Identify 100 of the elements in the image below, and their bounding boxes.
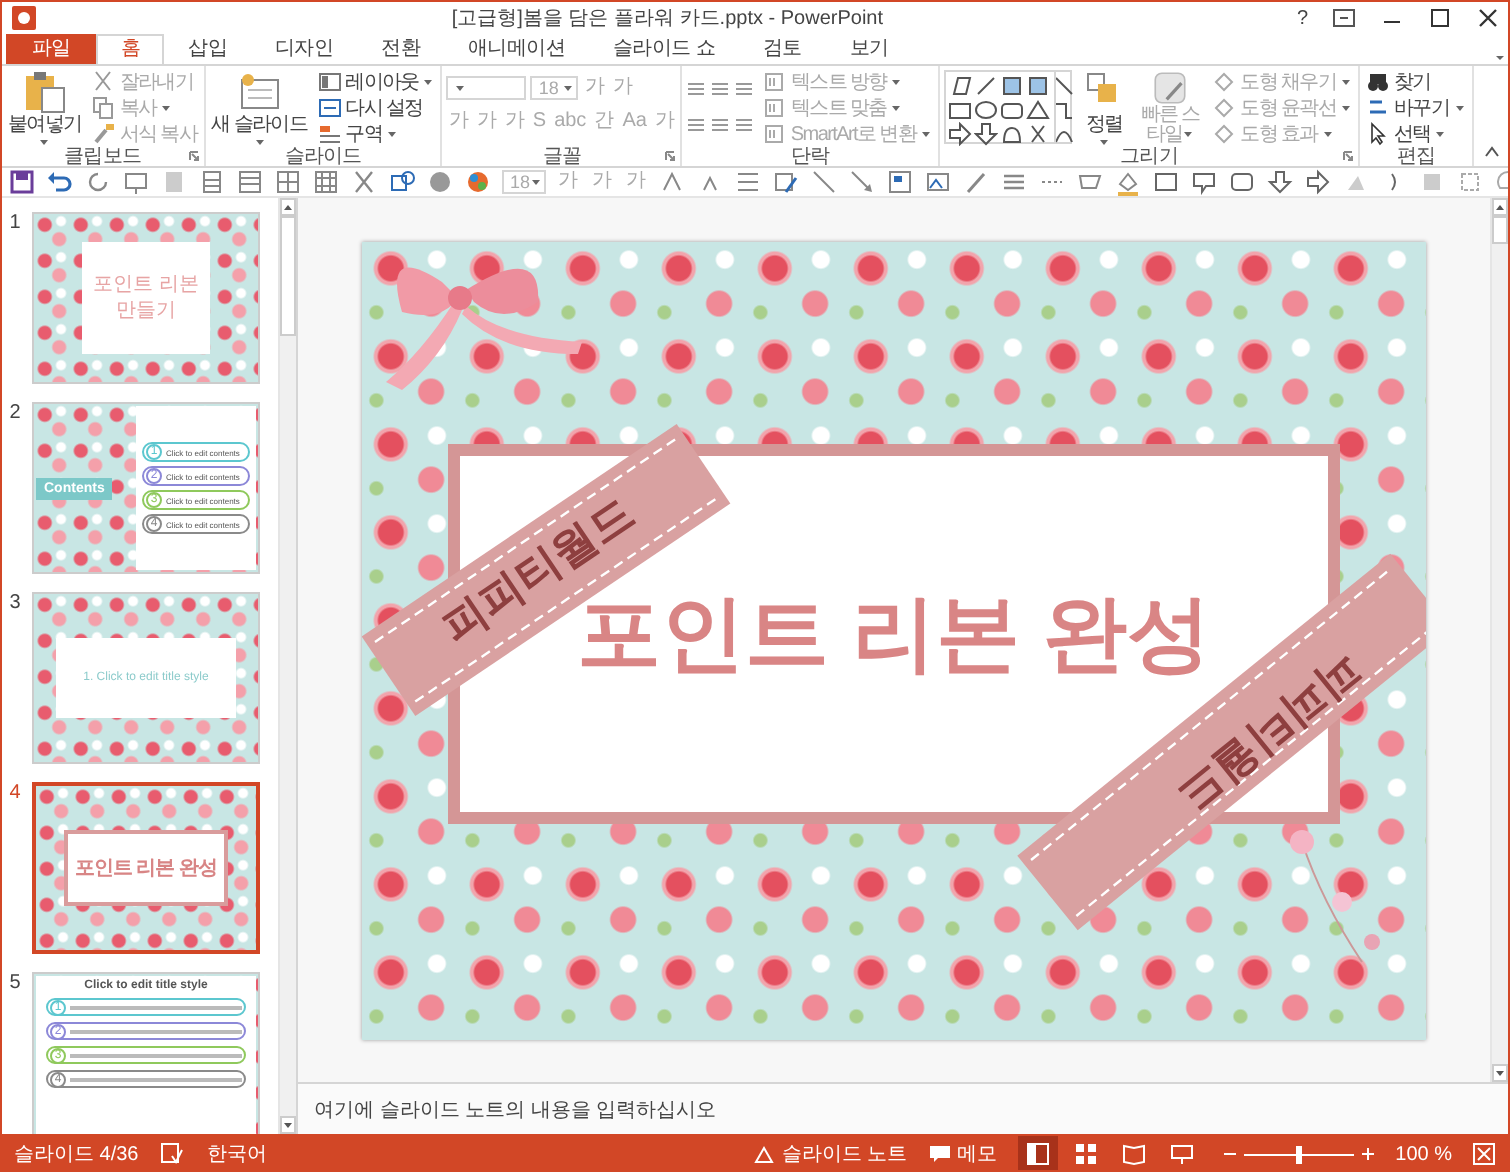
callout-icon[interactable]	[1190, 168, 1219, 196]
right-arrow-icon[interactable]	[1304, 168, 1333, 196]
ribbon-tab[interactable]: 전환	[357, 34, 445, 64]
font-button[interactable]: 가	[624, 170, 649, 194]
font-style-button[interactable]: Aa	[620, 110, 649, 134]
font-size-field[interactable]: 18	[530, 76, 579, 100]
line-icon	[1052, 74, 1077, 98]
font-style-button[interactable]: 가	[474, 110, 499, 134]
ribbon-large-button[interactable]: 붙여넣기	[6, 70, 84, 146]
redo-icon[interactable]	[84, 168, 112, 196]
view-button[interactable]	[1017, 1136, 1058, 1170]
ribbon-button[interactable]: 구역	[315, 122, 437, 146]
ribbon-tab[interactable]: 디자인	[251, 34, 358, 64]
font-name-field[interactable]	[446, 76, 527, 100]
slide-thumbnail[interactable]: 포인트 리본 만들기	[32, 212, 260, 384]
pen-icon[interactable]	[962, 168, 991, 196]
fit-to-window-icon[interactable]	[1472, 1142, 1496, 1166]
line-icon[interactable]	[810, 168, 839, 196]
font-style-button[interactable]: 가	[502, 110, 527, 134]
arrow-icon[interactable]	[848, 168, 877, 196]
undo-icon[interactable]	[46, 168, 74, 196]
zoom-in-icon[interactable]	[1359, 1146, 1376, 1162]
align-right-icon[interactable]	[734, 114, 755, 134]
oval-icon	[974, 98, 999, 122]
font-style-button[interactable]: 간	[592, 110, 617, 134]
notes-field[interactable]: 여기에 슬라이드 노트의 내용을 입력하십시오	[314, 1095, 717, 1123]
save-icon[interactable]	[8, 168, 36, 196]
brush-icon	[91, 122, 116, 146]
zoom-slider-thumb[interactable]	[1296, 1145, 1303, 1163]
ribbon-tab[interactable]: 파일	[6, 34, 97, 64]
font-size-field[interactable]: 18	[502, 170, 547, 194]
rectangle-icon[interactable]	[1152, 168, 1181, 196]
close-icon[interactable]	[1476, 6, 1500, 30]
indent-icon[interactable]	[734, 78, 755, 98]
ribbon-button[interactable]: 다시 설정	[315, 96, 437, 120]
comments-button[interactable]: 메모	[927, 1140, 998, 1168]
grow-font-icon[interactable]	[658, 168, 687, 196]
cursor-icon	[1366, 122, 1391, 146]
font-size-button[interactable]: 가	[610, 76, 635, 100]
align-center-icon[interactable]	[710, 114, 731, 134]
notes-button[interactable]: 슬라이드 노트	[751, 1140, 908, 1168]
shapes-gallery[interactable]	[944, 70, 1073, 144]
language-indicator[interactable]: 한국어	[206, 1140, 267, 1168]
textbox-icon[interactable]	[886, 168, 915, 196]
ribbon-large-button[interactable]: 새 슬라이드	[209, 70, 310, 146]
ribbon-tab[interactable]: 슬라이드 쇼	[589, 34, 740, 64]
maximize-icon[interactable]	[1428, 6, 1452, 30]
line-spacing-icon[interactable]	[734, 168, 763, 196]
dialog-launcher-icon[interactable]	[1342, 150, 1355, 162]
picture-icon[interactable]	[924, 168, 953, 196]
rounded-rectangle-icon[interactable]	[1228, 168, 1257, 196]
dialog-launcher-icon[interactable]	[664, 150, 677, 162]
arc-shape-icon	[1000, 122, 1025, 146]
pen-icon[interactable]	[772, 168, 801, 196]
numbering-icon[interactable]	[710, 78, 731, 98]
new-slide-icon	[235, 70, 284, 114]
scrollbar-thumb[interactable]	[280, 216, 296, 336]
globe-icon[interactable]	[426, 168, 454, 196]
quick-styles-icon	[1150, 70, 1191, 106]
bullets-icon[interactable]	[686, 78, 707, 98]
dialog-launcher-icon[interactable]	[187, 150, 200, 162]
scissors-icon[interactable]	[350, 168, 378, 196]
font-style-button[interactable]: S	[530, 110, 549, 134]
ribbon-button[interactable]: 바꾸기	[1364, 96, 1468, 120]
font-button[interactable]: 가	[556, 170, 581, 194]
ribbon-button[interactable]: 선택	[1364, 122, 1468, 146]
down-arrow-icon[interactable]	[1266, 168, 1295, 196]
font-style-button[interactable]: 가	[652, 110, 677, 134]
zoom-percentage[interactable]: 100 %	[1395, 1143, 1452, 1165]
font-style-button[interactable]: abc	[552, 110, 589, 134]
ribbon-tab[interactable]: 검토	[739, 34, 826, 64]
scroll-up-button[interactable]	[280, 198, 296, 216]
fill-icon[interactable]	[1114, 168, 1143, 196]
slideshow-icon[interactable]	[122, 168, 150, 196]
scroll-down-button[interactable]	[1492, 1064, 1508, 1082]
shapes-icon[interactable]	[388, 168, 416, 196]
comment-icon	[927, 1142, 952, 1166]
ribbon-button[interactable]: 레이아웃	[315, 70, 437, 94]
ribbon-options-icon[interactable]	[1332, 6, 1356, 30]
ribbon-large-button[interactable]: 정렬	[1078, 70, 1131, 146]
font-style-button[interactable]: 가	[446, 110, 471, 134]
palette-icon[interactable]	[464, 168, 492, 196]
spellcheck-icon[interactable]	[158, 1140, 187, 1168]
grid-icon[interactable]	[312, 168, 340, 196]
scroll-up-button[interactable]	[1492, 198, 1508, 216]
ribbon-tab[interactable]: 보기	[825, 34, 913, 64]
caret-icon	[454, 82, 467, 94]
scroll-down-button[interactable]	[280, 1116, 296, 1134]
ribbon-button[interactable]: 찾기	[1364, 70, 1468, 94]
ribbon-tab[interactable]: 삽입	[164, 34, 252, 64]
ribbon-tab[interactable]: 애니메이션	[444, 34, 590, 64]
textbox-icon	[1000, 74, 1025, 98]
scrollbar-thumb[interactable]	[1492, 216, 1508, 244]
ribbon-tab[interactable]: 홈	[96, 34, 165, 64]
font-button[interactable]: 가	[590, 170, 615, 194]
help-button[interactable]: ?	[1296, 7, 1308, 29]
align-left-icon[interactable]	[686, 114, 707, 134]
slide-thumbnail[interactable]: 포인트 리본 완성	[32, 782, 260, 954]
collapse-ribbon-icon[interactable]	[1484, 144, 1500, 160]
font-size-button[interactable]: 가	[582, 76, 607, 100]
